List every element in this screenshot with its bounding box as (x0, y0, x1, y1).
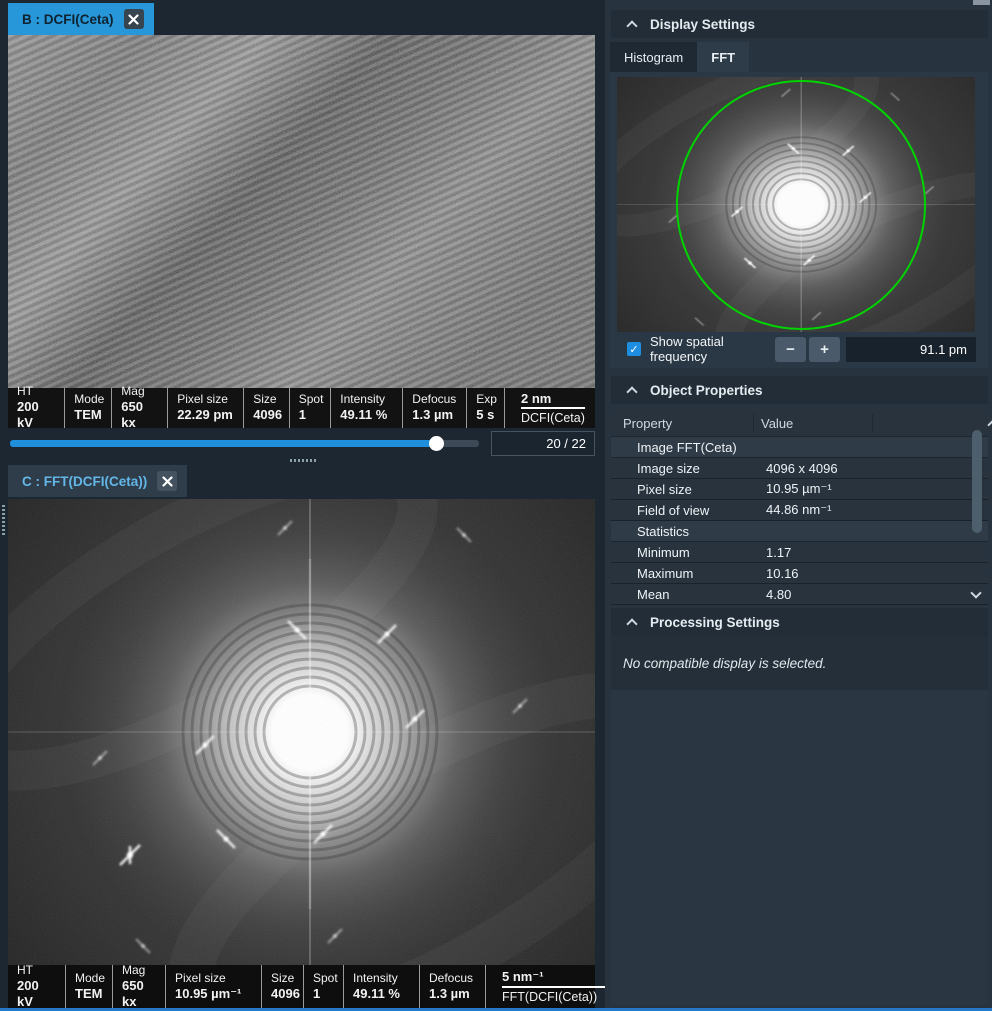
status-size: Size4096 (244, 388, 290, 428)
status-mode: ModeTEM (66, 965, 113, 1008)
velox-window: B : DCFI(Ceta) HT200 kV ModeTEM Mag650 k… (0, 0, 992, 1011)
table-row[interactable]: Statistics (611, 521, 988, 542)
status-exp: Exp5 s (467, 388, 505, 428)
close-icon[interactable] (157, 471, 177, 491)
horizontal-splitter-handle[interactable] (290, 459, 318, 462)
object-properties-header[interactable]: Object Properties (611, 376, 988, 404)
scale-bar-b: 2 nm DCFI(Ceta) (505, 388, 595, 428)
table-scrollbar[interactable] (969, 410, 985, 606)
status-pixel-size: Pixel size22.29 pm (168, 388, 244, 428)
processing-settings-title: Processing Settings (650, 615, 780, 630)
panel-b-tabbar: B : DCFI(Ceta) (8, 3, 154, 35)
display-settings-header[interactable]: Display Settings (611, 10, 988, 38)
frequency-decrease-button[interactable]: − (775, 337, 806, 362)
status-defocus: Defocus1.3 µm (420, 965, 486, 1008)
table-row[interactable]: Minimum1.17 (611, 542, 988, 563)
column-property: Property (611, 416, 753, 431)
tem-lattice-image (8, 35, 595, 388)
tem-image-b-viewport[interactable] (8, 35, 595, 388)
object-properties-table: Property Value Image FFT(Ceta) Image siz… (611, 410, 988, 606)
close-icon[interactable] (124, 9, 144, 29)
status-mode: ModeTEM (65, 388, 112, 428)
status-intensity: Intensity49.11 % (331, 388, 403, 428)
status-spot: Spot1 (290, 388, 332, 428)
settings-panel: Display Settings Histogram FFT (605, 0, 992, 1008)
processing-settings-header[interactable]: Processing Settings (611, 608, 988, 636)
status-defocus: Defocus1.3 µm (403, 388, 467, 428)
panel-c-tabbar: C : FFT(DCFI(Ceta)) (8, 465, 187, 497)
scroll-up-icon[interactable] (987, 419, 992, 430)
fft-tab-pane: ✓ Show spatial frequency − + 91.1 pm (610, 72, 988, 368)
tab-image-c-label: C : FFT(DCFI(Ceta)) (22, 474, 147, 489)
table-row[interactable]: Mean4.80 (611, 584, 988, 605)
scrollbar-thumb[interactable] (972, 430, 982, 533)
frame-slider-thumb[interactable] (429, 436, 444, 451)
status-ht: HT200 kV (8, 965, 66, 1008)
status-size: Size4096 (262, 965, 304, 1008)
empty-panel-area (611, 690, 988, 1005)
spatial-frequency-row: ✓ Show spatial frequency − + 91.1 pm (617, 336, 976, 362)
show-spatial-frequency-checkbox[interactable]: ✓ (627, 342, 641, 356)
fft-image-c-viewport[interactable] (8, 499, 595, 965)
tab-image-c[interactable]: C : FFT(DCFI(Ceta)) (8, 465, 187, 497)
tab-fft[interactable]: FFT (697, 42, 749, 72)
collapse-chevron-icon (626, 20, 637, 31)
status-intensity: Intensity49.11 % (344, 965, 420, 1008)
vertical-splitter-handle[interactable] (2, 505, 5, 535)
tab-image-b[interactable]: B : DCFI(Ceta) (8, 3, 154, 35)
panel-b-statusbar: HT200 kV ModeTEM Mag650 kx Pixel size22.… (8, 388, 595, 428)
column-value: Value (753, 416, 793, 431)
tab-histogram[interactable]: Histogram (610, 42, 697, 72)
status-ht: HT200 kV (8, 388, 65, 428)
status-mag: Mag650 kx (113, 965, 166, 1008)
frequency-value-field[interactable]: 91.1 pm (846, 337, 976, 362)
collapse-chevron-icon (626, 386, 637, 397)
scroll-down-icon[interactable] (970, 587, 981, 598)
panel-c-statusbar: HT200 kV ModeTEM Mag650 kx Pixel size10.… (8, 965, 595, 1008)
table-row[interactable]: Field of view44.86 nm⁻¹ (611, 500, 988, 521)
fft-image (8, 499, 595, 965)
table-header-row: Property Value (611, 410, 988, 437)
status-spot: Spot1 (304, 965, 344, 1008)
panel-scrollbar-thumb[interactable] (973, 0, 990, 5)
tab-image-b-label: B : DCFI(Ceta) (22, 12, 114, 27)
display-settings-tabs: Histogram FFT (610, 42, 749, 72)
table-row[interactable]: Image size4096 x 4096 (611, 458, 988, 479)
status-mag: Mag650 kx (112, 388, 168, 428)
fft-preview[interactable] (617, 77, 975, 332)
collapse-chevron-icon (626, 618, 637, 629)
status-pixel-size: Pixel size10.95 µm⁻¹ (166, 965, 262, 1008)
table-row[interactable]: Image FFT(Ceta) (611, 437, 988, 458)
table-row[interactable]: Maximum10.16 (611, 563, 988, 584)
display-settings-title: Display Settings (650, 17, 755, 32)
table-row[interactable]: Pixel size10.95 µm⁻¹ (611, 479, 988, 500)
processing-settings-message: No compatible display is selected. (611, 636, 988, 690)
frequency-increase-button[interactable]: + (809, 337, 840, 362)
frame-slider-row: 20 / 22 (8, 430, 595, 457)
frame-counter[interactable]: 20 / 22 (491, 431, 595, 456)
show-spatial-frequency-label: Show spatial frequency (650, 334, 772, 364)
fft-preview-image (617, 77, 975, 332)
object-properties-title: Object Properties (650, 383, 763, 398)
frame-slider[interactable] (10, 440, 479, 447)
